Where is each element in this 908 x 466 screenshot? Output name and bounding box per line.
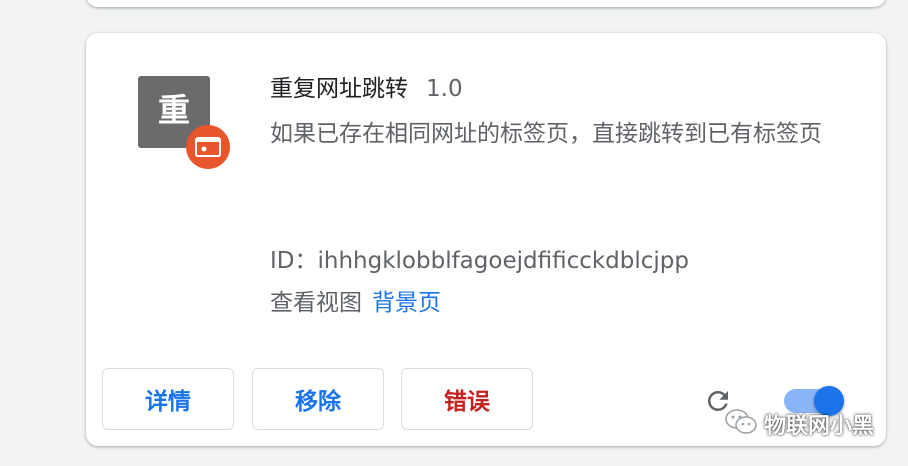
extension-version: 1.0: [426, 76, 463, 102]
inspect-views-row: 查看视图 背景页: [270, 283, 441, 317]
errors-button[interactable]: 错误: [401, 368, 533, 430]
extension-icon-glyph: 重: [157, 91, 190, 129]
remove-button[interactable]: 移除: [252, 368, 384, 430]
extension-id: ID：ihhhgklobblfagoejdfificckdblcjpp: [270, 248, 689, 274]
inspect-views-label: 查看视图: [270, 290, 362, 316]
wechat-icon: [724, 408, 758, 440]
extension-name: 重复网址跳转: [270, 76, 408, 102]
watermark-text: 物联网小黑: [764, 414, 875, 439]
extension-description: 如果已存在相同网址的标签页，直接跳转到已有标签页: [270, 121, 822, 147]
watermark: 物联网小黑: [724, 408, 874, 440]
extension-card: 重 重复网址跳转 1.0 如果已存在相同网址的标签页，直接跳转到已有标签页 ID…: [86, 33, 886, 446]
extension-title-row: 重复网址跳转 1.0: [270, 69, 463, 103]
background-page-link[interactable]: 背景页: [372, 290, 441, 316]
console-badge-icon: [186, 125, 230, 169]
previous-extension-card: [86, 0, 886, 7]
details-button[interactable]: 详情: [102, 368, 234, 430]
